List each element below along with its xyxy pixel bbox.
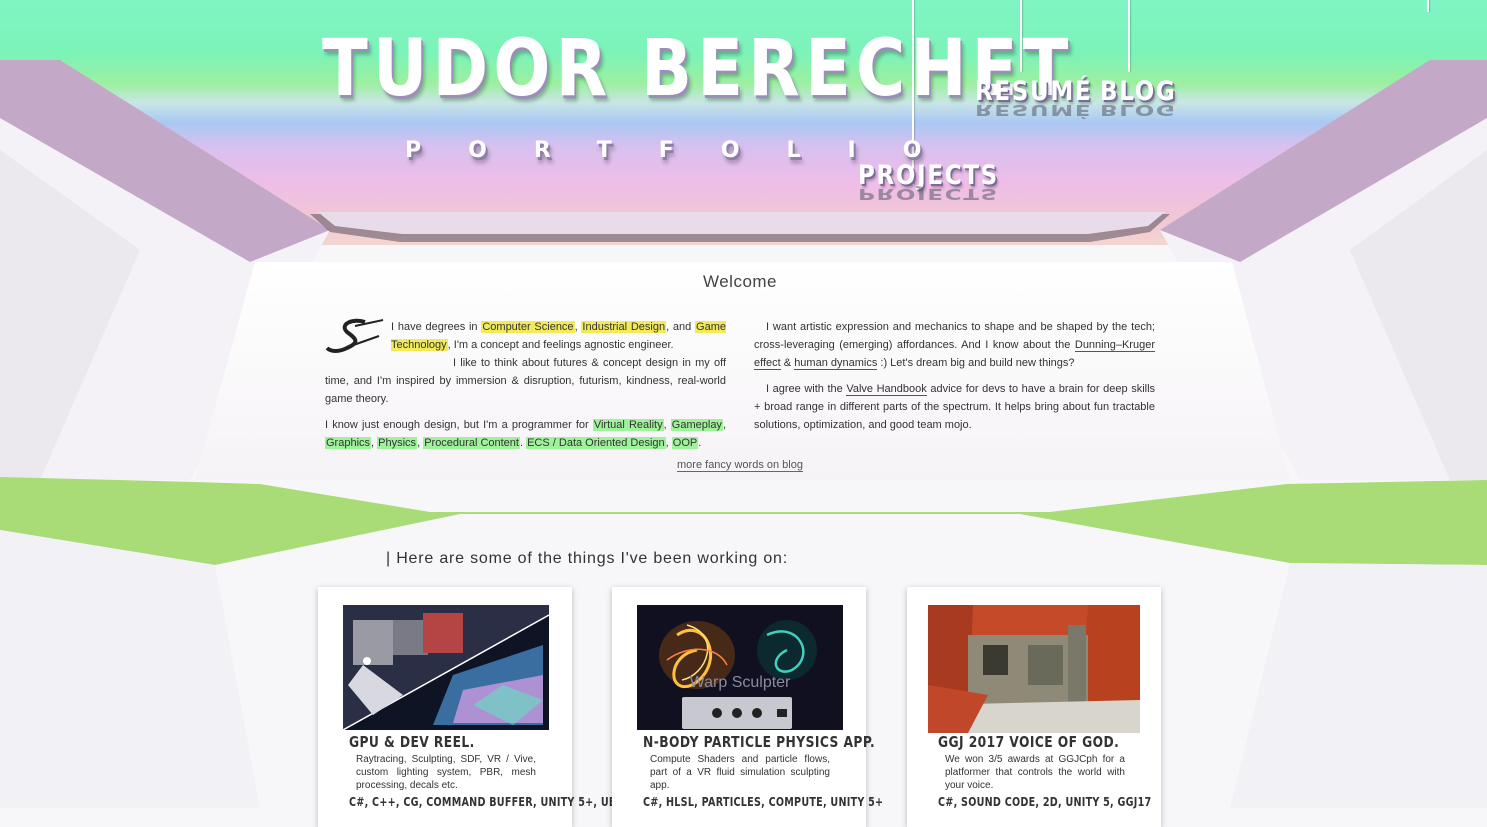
- ggj-voice-of-god-image: [928, 605, 1140, 733]
- project-thumbnail: [928, 605, 1140, 733]
- tag-oop: OOP: [671, 437, 699, 449]
- thumb-overlay-text: Warp Sculpter: [690, 674, 791, 691]
- welcome-heading: Welcome: [702, 272, 778, 291]
- drop-cap-s-glyph: [325, 318, 384, 353]
- project-card-gpu-reel[interactable]: GPU & DEV REEL. Raytracing, Sculpting, S…: [318, 587, 622, 827]
- projects-heading: | Here are some of the things I've been …: [386, 550, 788, 567]
- gpu-reel-image: [343, 605, 549, 730]
- tag-physics: Physics: [377, 437, 418, 449]
- project-description: We won 3/5 awards at GGJCph for a platfo…: [945, 754, 1125, 791]
- intro-text-2: I like to think about futures & concept …: [325, 357, 726, 405]
- highlight-industrial-design: Industrial Design: [581, 321, 667, 333]
- tag-gameplay: Gameplay: [670, 419, 723, 431]
- nav-resume-reflection: RESUMÉ: [975, 100, 1093, 118]
- intro-text: I have degrees in: [391, 321, 478, 333]
- tag-graphics: Graphics: [325, 437, 372, 449]
- nav-projects-reflection: PROJECTS: [858, 184, 999, 202]
- valve-handbook-link[interactable]: Valve Handbook: [846, 383, 927, 396]
- hanging-line: [1427, 0, 1429, 12]
- tag-ecs: ECS / Data Oriented Design: [526, 437, 666, 449]
- skills-paragraph: I know just enough design, but I'm a pro…: [325, 419, 726, 449]
- project-title: GPU & DEV REEL.: [349, 733, 475, 751]
- nbody-particles-image: Warp Sculpter: [637, 605, 843, 730]
- project-thumbnail: Warp Sculpter: [637, 605, 843, 730]
- project-tags: C#, C++, CG, COMMAND BUFFER, UNITY 5+, U…: [349, 795, 623, 809]
- project-title: N-BODY PARTICLE PHYSICS APP.: [643, 733, 876, 751]
- artistic-paragraph: I want artistic expression and mechanics…: [754, 321, 1155, 370]
- tag-virtual-reality: Virtual Reality: [592, 419, 664, 431]
- hanging-line: [1128, 0, 1130, 72]
- more-on-blog-link[interactable]: more fancy words on blog: [640, 459, 840, 472]
- highlight-computer-science: Computer Science: [481, 321, 575, 333]
- project-tags: C#, SOUND CODE, 2D, UNITY 5, GGJ17: [938, 795, 1152, 809]
- project-card-nbody-particles[interactable]: Warp Sculpter N-BODY PARTICLE PHYSICS AP…: [612, 587, 883, 827]
- welcome-left-column: I have degrees in Computer Science, Indu…: [325, 318, 726, 460]
- project-card-ggj-voice-of-god[interactable]: GGJ 2017 VOICE OF GOD. We won 3/5 awards…: [907, 587, 1161, 827]
- project-thumbnail: [343, 605, 549, 730]
- intro-paragraph: I have degrees in Computer Science, Indu…: [325, 318, 726, 408]
- project-description: Raytracing, Sculpting, SDF, VR / Vive, c…: [356, 754, 536, 791]
- project-title: GGJ 2017 VOICE OF GOD.: [938, 733, 1120, 751]
- human-dynamics-link[interactable]: human dynamics: [794, 357, 878, 370]
- nav-blog-reflection: BLOG: [1100, 100, 1177, 118]
- tag-procedural-content: Procedural Content: [423, 437, 520, 449]
- project-tags: C#, HLSL, PARTICLES, COMPUTE, UNITY 5+: [643, 795, 884, 809]
- site-title: TUDOR BERECHET: [322, 24, 1074, 114]
- welcome-right-column: I want artistic expression and mechanics…: [754, 318, 1155, 442]
- project-description: Compute Shaders and particle flows, part…: [650, 754, 830, 791]
- valve-paragraph: I agree with the Valve Handbook advice f…: [754, 383, 1156, 431]
